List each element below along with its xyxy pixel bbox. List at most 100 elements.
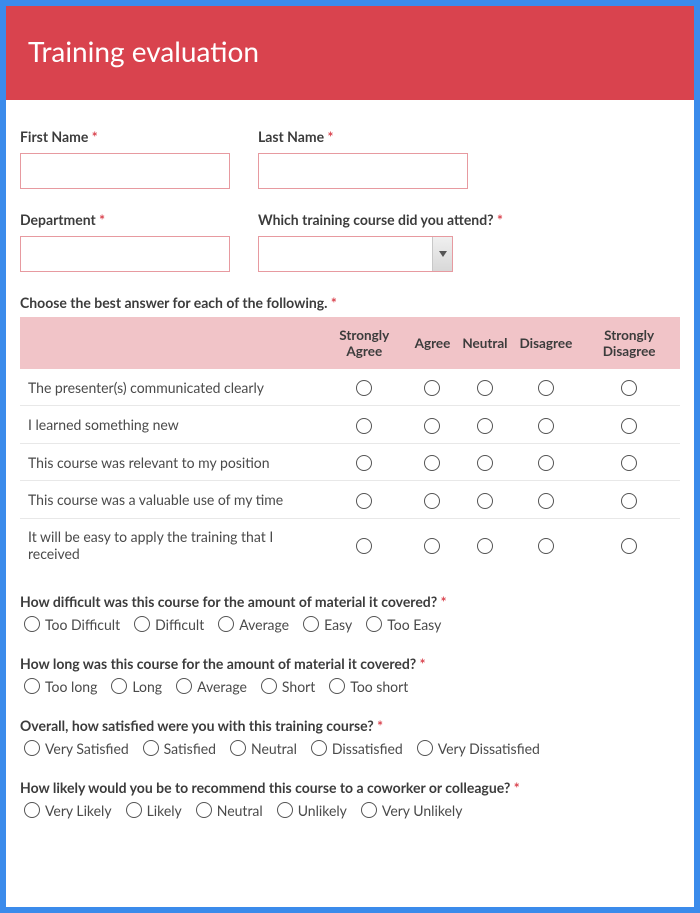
required-mark: * — [441, 593, 447, 610]
matrix-cell — [409, 481, 457, 518]
radio-option[interactable] — [477, 418, 493, 434]
chevron-down-icon[interactable] — [432, 237, 452, 271]
required-mark: * — [99, 211, 105, 228]
radio-option[interactable] — [424, 455, 440, 471]
required-mark: * — [377, 717, 383, 734]
radio-option[interactable] — [538, 418, 554, 434]
required-mark: * — [420, 655, 426, 672]
radio-option-item[interactable]: Average — [176, 678, 247, 695]
course-field: Which training course did you attend? * — [258, 211, 503, 272]
radio-option[interactable] — [477, 538, 493, 554]
radio-circle-icon — [361, 802, 377, 818]
radio-option[interactable] — [477, 455, 493, 471]
radio-option-item[interactable]: Very Unlikely — [361, 802, 463, 819]
radio-option-item[interactable]: Very Satisfied — [24, 740, 129, 757]
radio-option-item[interactable]: Satisfied — [143, 740, 216, 757]
radio-option[interactable] — [538, 493, 554, 509]
department-input[interactable] — [20, 236, 230, 272]
matrix-cell — [456, 406, 513, 443]
radio-circle-icon — [329, 678, 345, 694]
radio-option-item[interactable]: Too Easy — [366, 616, 441, 633]
option-label: Likely — [147, 802, 182, 819]
matrix-cell — [320, 369, 409, 406]
radio-option-item[interactable]: Very Dissatisfied — [417, 740, 540, 757]
radio-option-item[interactable]: Likely — [126, 802, 182, 819]
radio-option-item[interactable]: Too long — [24, 678, 97, 695]
option-label: Too short — [350, 678, 408, 695]
radio-option[interactable] — [477, 493, 493, 509]
radio-option-item[interactable]: Neutral — [230, 740, 297, 757]
matrix-cell — [578, 518, 680, 571]
matrix-cell — [409, 443, 457, 480]
radio-option-item[interactable]: Too Difficult — [24, 616, 120, 633]
course-selected-value — [259, 237, 432, 271]
matrix-cell — [320, 406, 409, 443]
radio-option[interactable] — [477, 380, 493, 396]
option-label: Difficult — [155, 616, 204, 633]
radio-option[interactable] — [356, 493, 372, 509]
radio-option-item[interactable]: Short — [261, 678, 315, 695]
radio-option[interactable] — [538, 455, 554, 471]
matrix-cell — [320, 481, 409, 518]
form-page: Training evaluation First Name * Last Na… — [6, 6, 694, 907]
radio-option-item[interactable]: Very Likely — [24, 802, 112, 819]
radio-option[interactable] — [356, 455, 372, 471]
radio-circle-icon — [196, 802, 212, 818]
first-name-input[interactable] — [20, 153, 230, 189]
matrix-cell — [578, 481, 680, 518]
radio-option[interactable] — [356, 380, 372, 396]
option-label: Very Likely — [45, 802, 112, 819]
radio-circle-icon — [176, 678, 192, 694]
radio-option-item[interactable]: Easy — [303, 616, 352, 633]
matrix-cell — [514, 518, 579, 571]
radio-option[interactable] — [621, 538, 637, 554]
matrix-row-label: This course was a valuable use of my tim… — [20, 481, 320, 518]
matrix-row-label: It will be easy to apply the training th… — [20, 518, 320, 571]
table-row: The presenter(s) communicated clearly — [20, 369, 680, 406]
course-select[interactable] — [258, 236, 453, 272]
radio-circle-icon — [303, 616, 319, 632]
radio-option[interactable] — [621, 493, 637, 509]
option-label: Average — [239, 616, 289, 633]
required-mark: * — [514, 779, 520, 796]
required-mark: * — [497, 211, 503, 228]
radio-option[interactable] — [538, 380, 554, 396]
matrix-cell — [456, 443, 513, 480]
radio-option[interactable] — [424, 538, 440, 554]
form-header: Training evaluation — [6, 6, 694, 100]
radio-option[interactable] — [424, 493, 440, 509]
radio-option-item[interactable]: Unlikely — [277, 802, 347, 819]
radio-option-item[interactable]: Too short — [329, 678, 408, 695]
recommend-question: How likely would you be to recommend thi… — [20, 779, 680, 819]
radio-circle-icon — [24, 740, 40, 756]
radio-option[interactable] — [424, 380, 440, 396]
department-label: Department * — [20, 211, 230, 228]
radio-option-item[interactable]: Dissatisfied — [311, 740, 403, 757]
option-label: Average — [197, 678, 247, 695]
radio-circle-icon — [24, 802, 40, 818]
last-name-input[interactable] — [258, 153, 468, 189]
option-label: Neutral — [251, 740, 297, 757]
matrix-row-label: This course was relevant to my position — [20, 443, 320, 480]
difficulty-label: How difficult was this course for the am… — [20, 593, 680, 610]
radio-option[interactable] — [621, 380, 637, 396]
radio-option[interactable] — [356, 538, 372, 554]
first-name-label: First Name * — [20, 128, 230, 145]
form-content: First Name * Last Name * Department * — [6, 100, 694, 861]
radio-option-item[interactable]: Neutral — [196, 802, 263, 819]
radio-option-item[interactable]: Long — [111, 678, 162, 695]
option-label: Long — [132, 678, 162, 695]
matrix-cell — [514, 369, 579, 406]
radio-option[interactable] — [356, 418, 372, 434]
radio-option[interactable] — [621, 455, 637, 471]
radio-option-item[interactable]: Average — [218, 616, 289, 633]
option-label: Too Easy — [387, 616, 441, 633]
radio-option[interactable] — [424, 418, 440, 434]
matrix-col-header: Strongly Agree — [320, 317, 409, 369]
radio-option-item[interactable]: Difficult — [134, 616, 204, 633]
matrix-question: Choose the best answer for each of the f… — [20, 294, 680, 571]
length-label: How long was this course for the amount … — [20, 655, 680, 672]
matrix-cell — [409, 406, 457, 443]
radio-option[interactable] — [538, 538, 554, 554]
radio-option[interactable] — [621, 418, 637, 434]
